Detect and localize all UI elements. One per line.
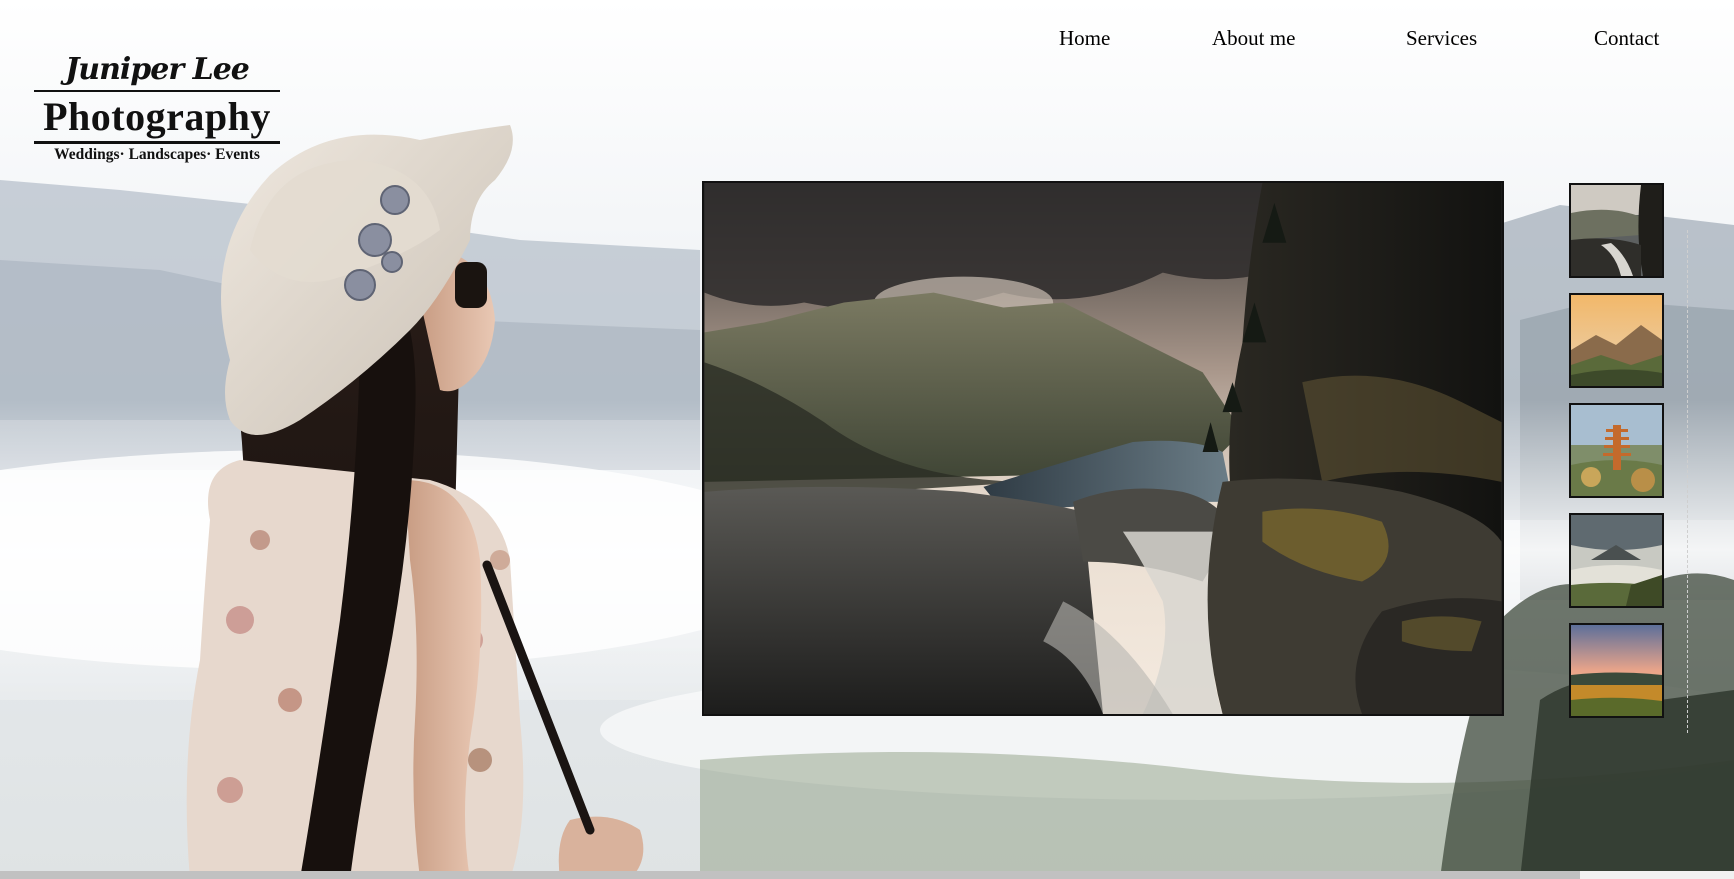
- sunset-mountains-thumbnail: [1571, 295, 1662, 386]
- logo-title: Photography: [43, 94, 271, 139]
- logo[interactable]: Juniper Lee Photography Weddings· Landsc…: [34, 52, 280, 164]
- thumbnail-3[interactable]: [1569, 403, 1664, 498]
- logo-divider: [34, 90, 280, 92]
- thumbnail-1[interactable]: [1569, 183, 1664, 278]
- logo-divider: [34, 141, 280, 144]
- page: Juniper Lee Photography Weddings· Landsc…: [0, 0, 1734, 879]
- pagoda-thumbnail: [1571, 405, 1662, 496]
- main-nav: Home About me Services Contact: [0, 26, 1734, 56]
- nav-link-home[interactable]: Home: [1059, 26, 1110, 51]
- logo-tagline: Weddings· Landscapes· Events: [54, 146, 260, 163]
- volcano-valley-thumbnail: [1571, 515, 1662, 606]
- featured-photo[interactable]: [702, 181, 1504, 716]
- nav-link-contact[interactable]: Contact: [1594, 26, 1659, 51]
- thumbnail-4[interactable]: [1569, 513, 1664, 608]
- nav-link-services[interactable]: Services: [1406, 26, 1477, 51]
- thumbnail-2[interactable]: [1569, 293, 1664, 388]
- vertical-scroll-indicator: [1687, 230, 1689, 733]
- thumbnail-5[interactable]: [1569, 623, 1664, 718]
- waterfall-thumbnail: [1571, 185, 1662, 276]
- nav-link-about-me[interactable]: About me: [1212, 26, 1295, 51]
- logo-script-name: Juniper Lee: [65, 52, 250, 87]
- horizontal-scrollbar-thumb[interactable]: [0, 871, 1580, 879]
- mountain-lake-waterfall-photo: [704, 183, 1502, 714]
- meadow-sunset-thumbnail: [1571, 625, 1662, 716]
